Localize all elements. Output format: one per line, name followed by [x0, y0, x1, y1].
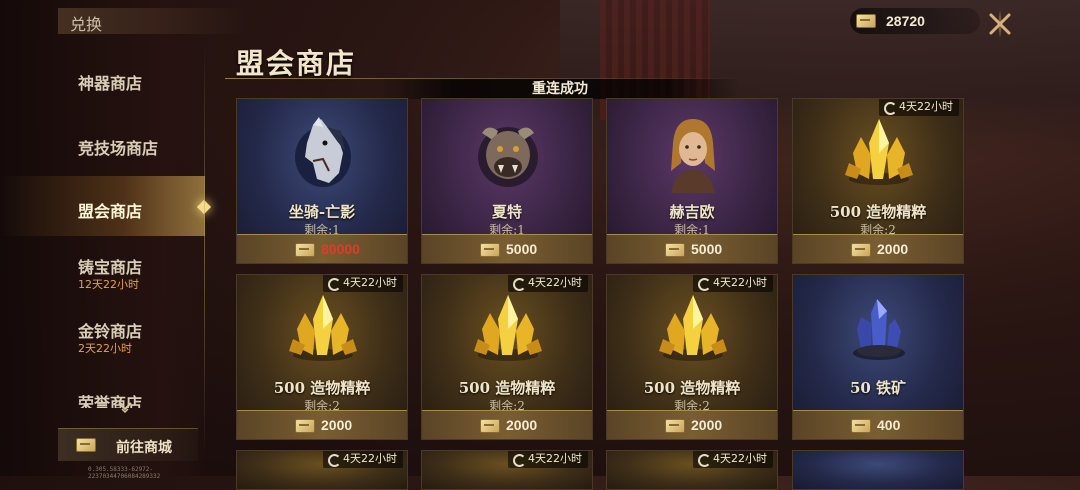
shop-item-card[interactable]: 4天22小时 [606, 450, 778, 490]
refresh-timer: 4天22小时 [323, 451, 403, 468]
item-name: 夏特 [491, 203, 522, 221]
goto-store-label: 前往商城 [116, 440, 172, 456]
shop-item-card[interactable]: 4天22小时 500 造物精粹 剩余:2 2000 [792, 98, 964, 264]
timer-text: 4天22小时 [713, 276, 767, 289]
gold-crystal-icon [289, 295, 357, 361]
item-price: 2000 [691, 417, 723, 433]
ticket-icon [295, 419, 315, 433]
price-bar: 400 [793, 410, 963, 439]
nav-item-timer: 2天22小时 [78, 342, 132, 355]
ticket-icon [76, 438, 96, 452]
timer-text: 4天22小时 [528, 276, 582, 289]
shop-sidebar: 兑换 神器商店 竞技场商店 盟会商店 铸宝商店 12天22小时 金铃商店 2天2… [0, 0, 248, 480]
horse-icon [295, 117, 351, 187]
item-name: 500 造物精粹 [829, 203, 927, 221]
nav-item-honor-shop[interactable]: 荣誉商店 [0, 378, 205, 408]
item-name: 50 铁矿 [849, 379, 907, 397]
item-price: 5000 [506, 241, 538, 257]
nav-item-forge-shop[interactable]: 铸宝商店 12天22小时 [0, 240, 205, 300]
nav-item-label: 铸宝商店 [78, 258, 143, 277]
iron-ore-icon [853, 299, 905, 360]
shop-item-card[interactable]: 夏特 剩余:1 5000 [421, 98, 593, 264]
price-bar: 2000 [793, 234, 963, 263]
shop-item-card[interactable] [792, 450, 964, 490]
ticket-icon [851, 243, 871, 257]
refresh-timer: 4天22小时 [508, 451, 588, 468]
item-price: 2000 [506, 417, 538, 433]
price-bar: 5000 [607, 234, 777, 263]
ticket-icon [665, 419, 685, 433]
shop-item-card[interactable]: 4天22小时 500 造物精粹 剩余:2 2000 [421, 274, 593, 440]
ticket-icon [295, 243, 315, 257]
shop-item-card[interactable]: 4天22小时 [421, 450, 593, 490]
item-name: 500 造物精粹 [458, 379, 556, 397]
nav-item-label: 金铃商店 [78, 322, 143, 341]
ticket-icon [851, 419, 871, 433]
gold-crystal-icon [474, 295, 542, 361]
item-name: 坐骑-亡影 [288, 203, 356, 221]
nav-item-label: 荣誉商店 [78, 394, 143, 408]
timer-text: 4天22小时 [713, 452, 767, 465]
page-title: 盟会商店 [236, 47, 357, 80]
refresh-timer: 4天22小时 [693, 451, 773, 468]
shop-item-card[interactable]: 4天22小时 500 造物精粹 剩余:2 2000 [236, 274, 408, 440]
build-id: 0.305.58333-62972-22370344706084289332 [88, 466, 161, 480]
refresh-icon [698, 454, 711, 467]
goto-store-button[interactable]: 前往商城 [58, 428, 198, 461]
sidebar-divider [204, 40, 205, 460]
ticket-icon [665, 243, 685, 257]
shop-item-card[interactable]: 4天22小时 [236, 450, 408, 490]
item-name: 500 造物精粹 [273, 379, 371, 397]
ticket-icon [480, 419, 500, 433]
item-price: 2000 [877, 241, 909, 257]
nav-item-artifact-shop[interactable]: 神器商店 [0, 50, 205, 110]
shop-item-card[interactable]: 50 铁矿 400 [792, 274, 964, 440]
item-price: 2000 [321, 417, 353, 433]
beast-portrait-icon [478, 127, 538, 187]
item-price: 400 [877, 417, 901, 433]
sidebar-title: 兑换 [70, 15, 103, 34]
price-bar: 2000 [422, 410, 592, 439]
item-name: 赫吉欧 [669, 203, 715, 221]
timer-text: 4天22小时 [343, 276, 397, 289]
shop-item-card[interactable]: 赫吉欧 剩余:1 5000 [606, 98, 778, 264]
nav-item-label: 盟会商店 [78, 202, 143, 221]
shop-item-card[interactable]: 坐骑-亡影 剩余:1 80000 [236, 98, 408, 264]
item-name: 500 造物精粹 [643, 379, 741, 397]
gold-crystal-icon [659, 295, 727, 361]
timer-text: 4天22小时 [528, 452, 582, 465]
nav-item-label: 神器商店 [78, 74, 143, 93]
shop-item-card[interactable]: 4天22小时 500 造物精粹 剩余:2 2000 [606, 274, 778, 440]
close-icon[interactable] [984, 8, 1016, 40]
ticket-icon [480, 243, 500, 257]
refresh-icon [513, 454, 526, 467]
currency-value: 28720 [886, 13, 925, 29]
nav-item-label: 竞技场商店 [78, 139, 159, 158]
price-bar: 2000 [237, 410, 407, 439]
timer-text: 4天22小时 [343, 452, 397, 465]
refresh-icon [328, 454, 341, 467]
nav-item-guild-shop[interactable]: 盟会商店 [0, 176, 212, 236]
timer-text: 4天22小时 [899, 100, 953, 113]
price-bar: 2000 [607, 410, 777, 439]
item-price: 80000 [321, 241, 360, 257]
price-bar: 80000 [237, 234, 407, 263]
nav-item-golden-bell-shop[interactable]: 金铃商店 2天22小时 [0, 304, 205, 364]
scroll-down-chevron-icon[interactable] [118, 400, 132, 414]
gold-crystal-icon [845, 119, 913, 185]
price-bar: 5000 [422, 234, 592, 263]
hero-portrait-icon [671, 119, 715, 193]
nav-item-timer: 12天22小时 [78, 278, 139, 291]
reconnect-toast: 重连成功 [380, 79, 740, 99]
guild-ticket-balance[interactable]: 28720 [850, 8, 980, 34]
nav-item-arena-shop[interactable]: 竞技场商店 [0, 115, 205, 175]
item-price: 5000 [691, 241, 723, 257]
ticket-icon [856, 14, 876, 28]
